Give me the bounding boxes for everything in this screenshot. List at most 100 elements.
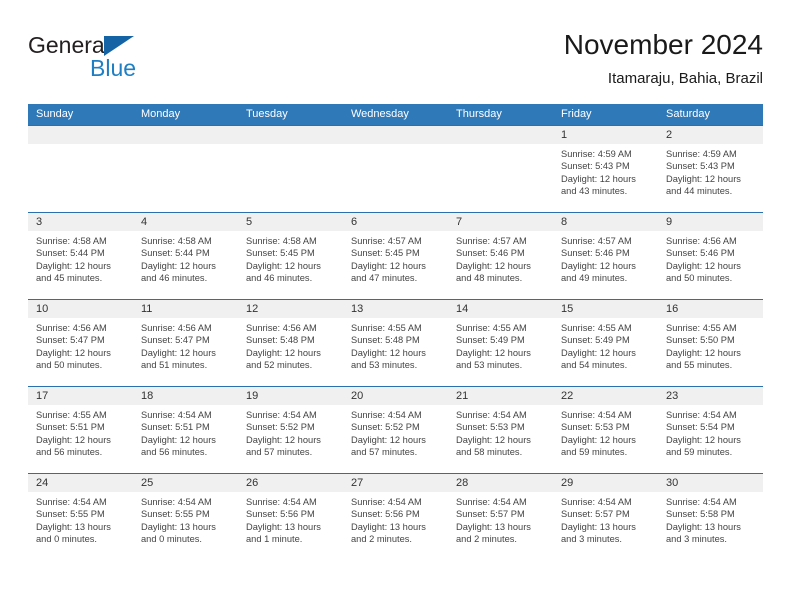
sunrise-time: Sunrise: 4:56 AM	[36, 323, 107, 333]
daylight-duration-line2: and 56 minutes.	[141, 447, 208, 458]
calendar-day-cell[interactable]: 5 Sunrise: 4:58 AM Sunset: 5:45 PM Daylight…	[238, 213, 343, 299]
sunset-time: Sunset: 5:48 PM	[351, 335, 420, 346]
calendar-day-cell[interactable]: 17 Sunrise: 4:55 AM Sunset: 5:51 PM Dayligh…	[28, 387, 133, 473]
day-sun-info: Sunrise: 4:58 AM Sunset: 5:44 PM Daylight:…	[28, 231, 133, 285]
sunrise-time: Sunrise: 4:54 AM	[561, 410, 632, 420]
sunset-time: Sunset: 5:48 PM	[246, 335, 315, 346]
brand-logo[interactable]: General Blue	[28, 32, 248, 90]
calendar-day-cell[interactable]: 7 Sunrise: 4:57 AM Sunset: 5:46 PM Daylight…	[448, 213, 553, 299]
calendar-day-cell[interactable]: 8 Sunrise: 4:57 AM Sunset: 5:46 PM Daylight…	[553, 213, 658, 299]
sunrise-time: Sunrise: 4:55 AM	[561, 323, 632, 333]
calendar-day-cell[interactable]: 24 Sunrise: 4:54 AM Sunset: 5:55 PM Dayligh…	[28, 474, 133, 562]
sunset-time: Sunset: 5:57 PM	[456, 509, 525, 520]
day-sun-info: Sunrise: 4:54 AM Sunset: 5:56 PM Daylight:…	[343, 492, 448, 546]
sunset-time: Sunset: 5:52 PM	[351, 422, 420, 433]
day-sun-info: Sunrise: 4:55 AM Sunset: 5:49 PM Daylight:…	[448, 318, 553, 372]
sunrise-time: Sunrise: 4:59 AM	[666, 149, 737, 159]
daylight-duration-line2: and 50 minutes.	[666, 273, 733, 284]
calendar-day-cell[interactable]: 13 Sunrise: 4:55 AM Sunset: 5:48 PM Dayligh…	[343, 300, 448, 386]
sunset-time: Sunset: 5:50 PM	[666, 335, 735, 346]
daylight-duration-line1: Daylight: 12 hours	[351, 260, 426, 271]
sunset-time: Sunset: 5:56 PM	[351, 509, 420, 520]
weekday-header-saturday: Saturday	[666, 108, 711, 120]
calendar-day-cell[interactable]: 23 Sunrise: 4:54 AM Sunset: 5:54 PM Dayligh…	[658, 387, 763, 473]
day-number: 19	[238, 387, 343, 405]
day-sun-info: Sunrise: 4:54 AM Sunset: 5:52 PM Daylight:…	[238, 405, 343, 459]
daylight-duration-line1: Daylight: 12 hours	[141, 260, 216, 271]
sunrise-time: Sunrise: 4:57 AM	[561, 236, 632, 246]
daylight-duration-line2: and 52 minutes.	[246, 360, 313, 371]
daylight-duration-line1: Daylight: 12 hours	[666, 173, 741, 184]
sunrise-time: Sunrise: 4:54 AM	[246, 410, 317, 420]
sunset-time: Sunset: 5:44 PM	[141, 248, 210, 259]
day-sun-info: Sunrise: 4:56 AM Sunset: 5:47 PM Daylight:…	[133, 318, 238, 372]
sunset-time: Sunset: 5:53 PM	[561, 422, 630, 433]
daylight-duration-line1: Daylight: 12 hours	[561, 347, 636, 358]
sunrise-time: Sunrise: 4:56 AM	[141, 323, 212, 333]
daylight-duration-line2: and 57 minutes.	[351, 447, 418, 458]
daylight-duration-line2: and 49 minutes.	[561, 273, 628, 284]
day-sun-info: Sunrise: 4:54 AM Sunset: 5:58 PM Daylight:…	[658, 492, 763, 546]
calendar-day-cell[interactable]: 2 Sunrise: 4:59 AM Sunset: 5:43 PM Daylight…	[658, 126, 763, 212]
daylight-duration-line1: Daylight: 12 hours	[36, 260, 111, 271]
calendar-day-cell[interactable]: 14 Sunrise: 4:55 AM Sunset: 5:49 PM Dayligh…	[448, 300, 553, 386]
sunset-time: Sunset: 5:46 PM	[666, 248, 735, 259]
sunrise-time: Sunrise: 4:55 AM	[351, 323, 422, 333]
calendar-day-cell[interactable]: 27 Sunrise: 4:54 AM Sunset: 5:56 PM Dayligh…	[343, 474, 448, 562]
calendar-day-cell[interactable]: 10 Sunrise: 4:56 AM Sunset: 5:47 PM Dayligh…	[28, 300, 133, 386]
calendar-day-cell[interactable]: 25 Sunrise: 4:54 AM Sunset: 5:55 PM Dayligh…	[133, 474, 238, 562]
sunset-time: Sunset: 5:53 PM	[456, 422, 525, 433]
calendar-day-cell[interactable]: 21 Sunrise: 4:54 AM Sunset: 5:53 PM Dayligh…	[448, 387, 553, 473]
sunset-time: Sunset: 5:43 PM	[666, 161, 735, 172]
daylight-duration-line2: and 51 minutes.	[141, 360, 208, 371]
weekday-header-wednesday: Wednesday	[351, 108, 409, 120]
daylight-duration-line2: and 1 minute.	[246, 534, 303, 545]
calendar-day-cell[interactable]: 29 Sunrise: 4:54 AM Sunset: 5:57 PM Dayligh…	[553, 474, 658, 562]
sunrise-time: Sunrise: 4:57 AM	[351, 236, 422, 246]
day-number: 12	[238, 300, 343, 318]
daylight-duration-line1: Daylight: 12 hours	[456, 260, 531, 271]
day-number: 26	[238, 474, 343, 492]
day-number	[343, 126, 448, 144]
calendar-day-cell[interactable]: 30 Sunrise: 4:54 AM Sunset: 5:58 PM Dayligh…	[658, 474, 763, 562]
day-number	[28, 126, 133, 144]
day-sun-info: Sunrise: 4:57 AM Sunset: 5:46 PM Daylight:…	[553, 231, 658, 285]
daylight-duration-line1: Daylight: 12 hours	[561, 173, 636, 184]
day-sun-info: Sunrise: 4:54 AM Sunset: 5:57 PM Daylight:…	[553, 492, 658, 546]
calendar-day-cell[interactable]: 22 Sunrise: 4:54 AM Sunset: 5:53 PM Dayligh…	[553, 387, 658, 473]
calendar-day-cell[interactable]: 19 Sunrise: 4:54 AM Sunset: 5:52 PM Dayligh…	[238, 387, 343, 473]
calendar-day-cell[interactable]: 16 Sunrise: 4:55 AM Sunset: 5:50 PM Dayligh…	[658, 300, 763, 386]
sunrise-time: Sunrise: 4:56 AM	[666, 236, 737, 246]
calendar-day-cell[interactable]: 28 Sunrise: 4:54 AM Sunset: 5:57 PM Dayligh…	[448, 474, 553, 562]
calendar-day-cell[interactable]: 6 Sunrise: 4:57 AM Sunset: 5:45 PM Daylight…	[343, 213, 448, 299]
sunrise-time: Sunrise: 4:58 AM	[141, 236, 212, 246]
daylight-duration-line1: Daylight: 12 hours	[351, 347, 426, 358]
sunset-time: Sunset: 5:57 PM	[561, 509, 630, 520]
calendar-day-cell[interactable]: 1 Sunrise: 4:59 AM Sunset: 5:43 PM Daylight…	[553, 126, 658, 212]
day-sun-info: Sunrise: 4:58 AM Sunset: 5:45 PM Daylight:…	[238, 231, 343, 285]
sunset-time: Sunset: 5:49 PM	[561, 335, 630, 346]
calendar-day-cell[interactable]: 15 Sunrise: 4:55 AM Sunset: 5:49 PM Dayligh…	[553, 300, 658, 386]
calendar-day-cell[interactable]: 3 Sunrise: 4:58 AM Sunset: 5:44 PM Daylight…	[28, 213, 133, 299]
sunrise-time: Sunrise: 4:54 AM	[351, 497, 422, 507]
sunrise-time: Sunrise: 4:54 AM	[456, 497, 527, 507]
calendar-day-cell[interactable]: 18 Sunrise: 4:54 AM Sunset: 5:51 PM Dayligh…	[133, 387, 238, 473]
sunset-time: Sunset: 5:56 PM	[246, 509, 315, 520]
calendar-day-cell[interactable]: 4 Sunrise: 4:58 AM Sunset: 5:44 PM Daylight…	[133, 213, 238, 299]
daylight-duration-line1: Daylight: 12 hours	[666, 434, 741, 445]
calendar-day-cell[interactable]: 26 Sunrise: 4:54 AM Sunset: 5:56 PM Dayligh…	[238, 474, 343, 562]
daylight-duration-line1: Daylight: 13 hours	[141, 521, 216, 532]
brand-triangle-icon	[104, 36, 134, 56]
daylight-duration-line2: and 0 minutes.	[141, 534, 202, 545]
weekday-header-sunday: Sunday	[36, 108, 74, 120]
calendar-day-cell[interactable]: 12 Sunrise: 4:56 AM Sunset: 5:48 PM Dayligh…	[238, 300, 343, 386]
calendar-day-cell[interactable]: 9 Sunrise: 4:56 AM Sunset: 5:46 PM Daylight…	[658, 213, 763, 299]
sunrise-time: Sunrise: 4:58 AM	[36, 236, 107, 246]
day-sun-info: Sunrise: 4:56 AM Sunset: 5:47 PM Daylight:…	[28, 318, 133, 372]
calendar-day-cell[interactable]: 11 Sunrise: 4:56 AM Sunset: 5:47 PM Dayligh…	[133, 300, 238, 386]
calendar-day-cell[interactable]: 20 Sunrise: 4:54 AM Sunset: 5:52 PM Dayligh…	[343, 387, 448, 473]
day-sun-info: Sunrise: 4:56 AM Sunset: 5:46 PM Daylight:…	[658, 231, 763, 285]
sunset-time: Sunset: 5:54 PM	[666, 422, 735, 433]
day-number: 18	[133, 387, 238, 405]
sunset-time: Sunset: 5:45 PM	[246, 248, 315, 259]
